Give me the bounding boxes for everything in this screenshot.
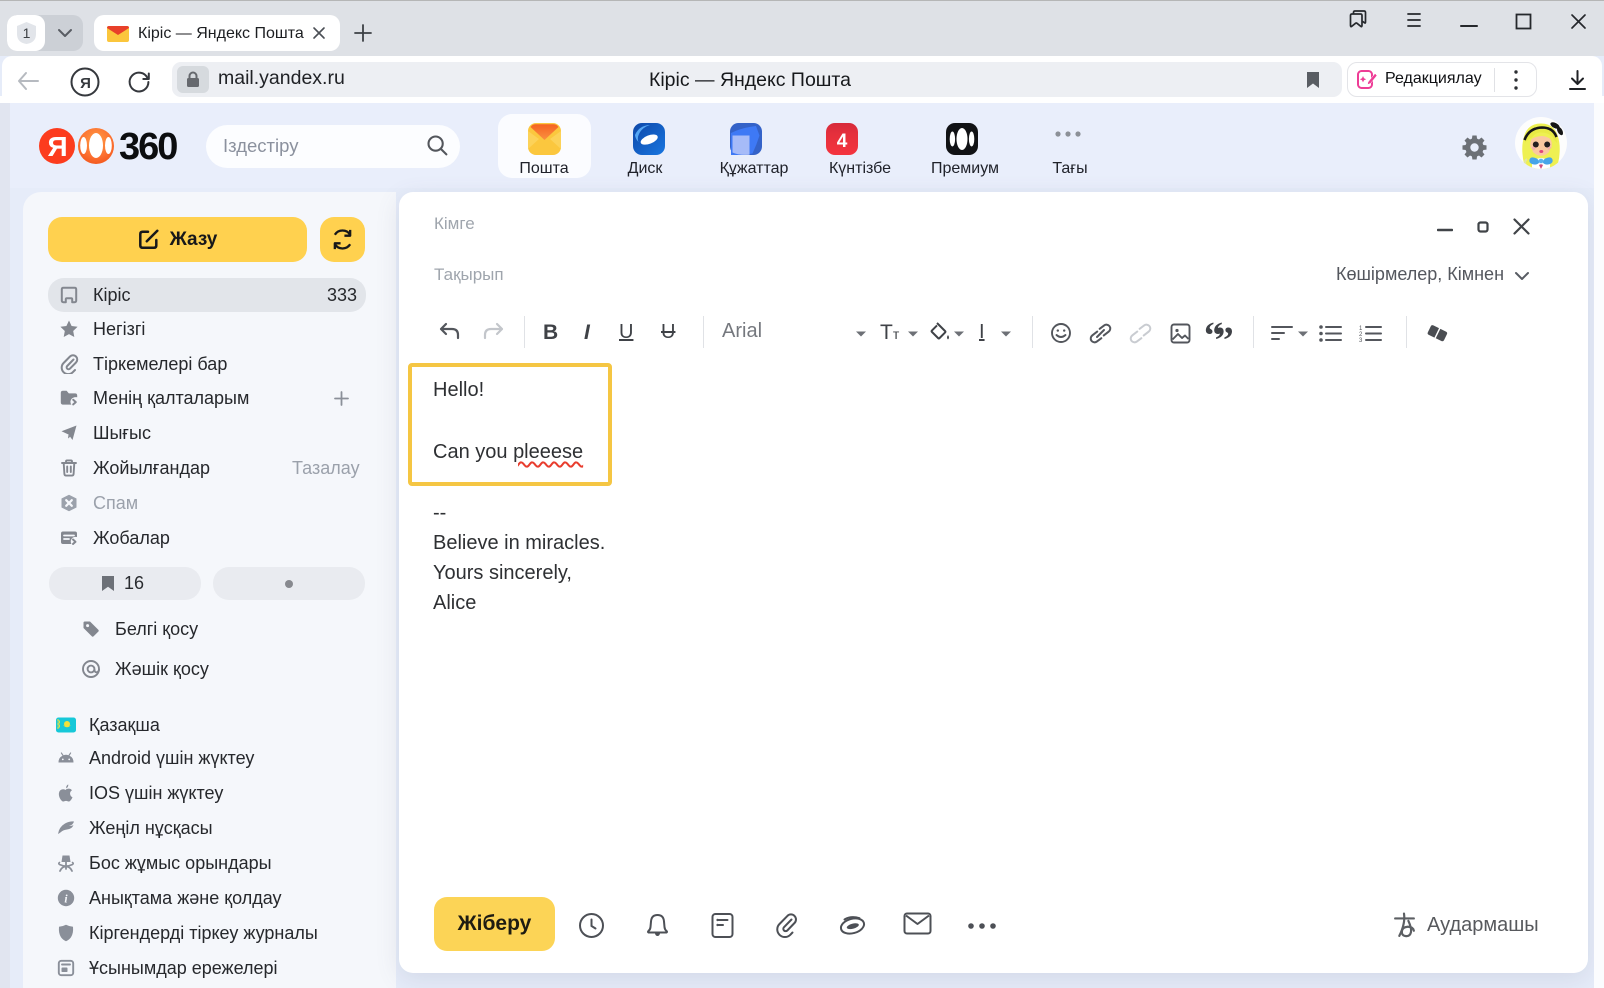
svg-text:3: 3 (1359, 338, 1363, 342)
svg-text:1: 1 (23, 25, 31, 41)
svg-text:Я: Я (47, 131, 67, 162)
svg-text:4: 4 (837, 131, 848, 152)
svg-text:Я: Я (80, 75, 91, 92)
